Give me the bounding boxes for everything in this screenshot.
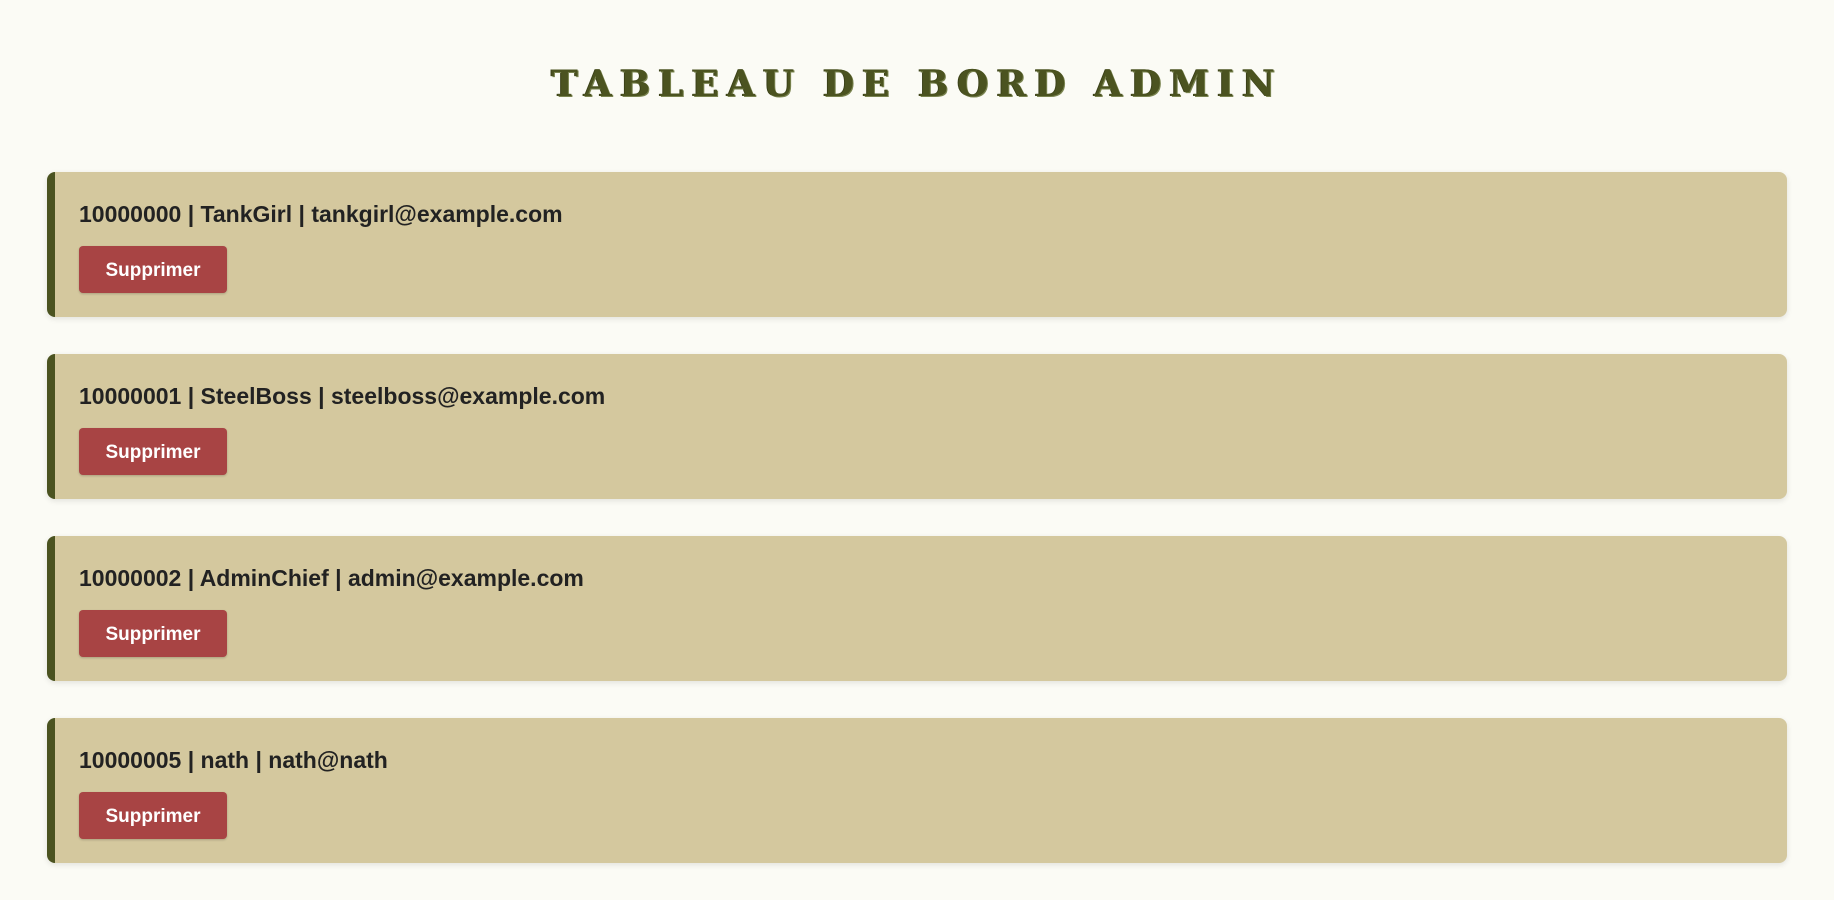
user-info: 10000005 | nath | nath@nath (79, 747, 388, 773)
user-list: 10000000 | TankGirl | tankgirl@example.c… (47, 172, 1787, 900)
delete-user-button[interactable]: Supprimer (79, 428, 227, 475)
user-info: 10000001 | SteelBoss | steelboss@example… (79, 383, 606, 409)
delete-user-button[interactable]: Supprimer (79, 246, 227, 293)
delete-user-button[interactable]: Supprimer (79, 610, 227, 657)
admin-dashboard-page: TABLEAU DE BORD ADMIN 10000000 | TankGir… (0, 0, 1834, 876)
user-card: 10000000 | TankGirl | tankgirl@example.c… (47, 172, 1787, 317)
delete-user-button[interactable]: Supprimer (79, 792, 227, 839)
page-title: TABLEAU DE BORD ADMIN (551, 63, 1283, 105)
user-info: 10000000 | TankGirl | tankgirl@example.c… (79, 201, 563, 227)
user-card: 10000001 | SteelBoss | steelboss@example… (47, 354, 1787, 499)
user-card: 10000005 | nath | nath@nath Supprimer (47, 718, 1787, 863)
user-info: 10000002 | AdminChief | admin@example.co… (79, 565, 584, 591)
user-card: 10000002 | AdminChief | admin@example.co… (47, 536, 1787, 681)
